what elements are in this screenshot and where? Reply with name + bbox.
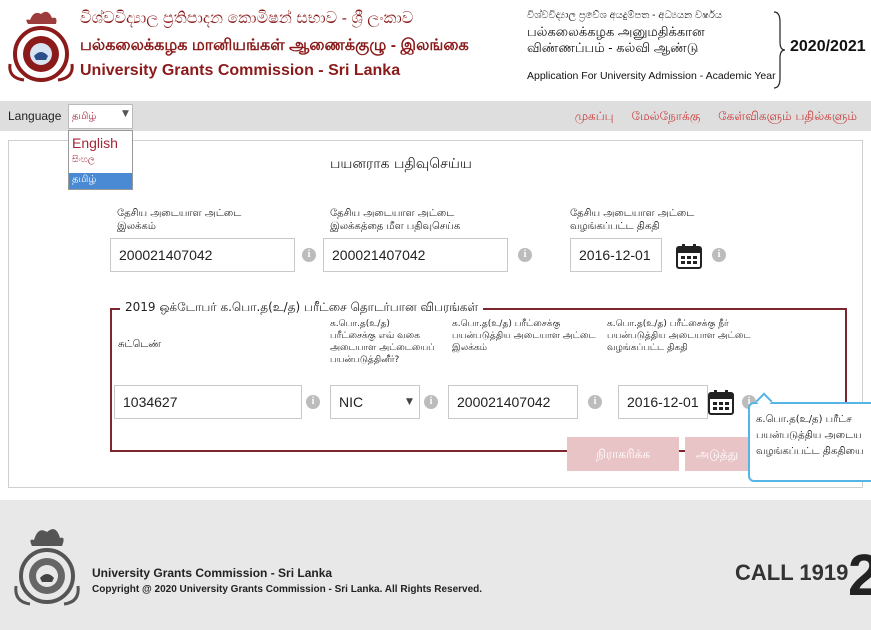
nic-date-label: தேசிய அடையாள அட்டை வழங்கப்பட்ட திகதி: [570, 208, 695, 232]
app-title-sinhala: විශ්වවිද්‍යාල ප්‍රවේශ අයදුම්පත - අධ්‍යයන…: [527, 10, 723, 21]
footer-emblem-icon: [14, 529, 80, 606]
nic-input[interactable]: 200021407042: [110, 238, 295, 272]
footer-copyright: Copyright @ 2020 University Grants Commi…: [92, 584, 483, 595]
tooltip-line-2: பயன்படுத்திய அடைய: [756, 430, 862, 441]
nav-bar: Language தமிழ் ▼ முகப்பு மேல்நோக்கு கேள்…: [0, 101, 871, 131]
nic-info-icon[interactable]: i: [302, 248, 316, 262]
nav-links: முகப்பு மேல்நோக்கு கேள்விகளும் பதில்களும…: [561, 109, 857, 125]
app-title-tamil-line1: பல்கலைக்கழக அனுமதிக்கான: [527, 24, 705, 39]
calendar-icon[interactable]: [676, 243, 702, 269]
index-info-icon[interactable]: i: [306, 395, 320, 409]
app-title-english: Application For University Admission - A…: [527, 70, 776, 82]
exam-id-date-input[interactable]: 2016-12-01: [618, 385, 708, 419]
header: විශ්වවිද්‍යාල ප්‍රතිපාදන කොමිෂන් සභාව - …: [0, 0, 871, 100]
language-dropdown: English සිංහල தமிழ்: [68, 130, 133, 190]
index-number-input[interactable]: 1034627: [114, 385, 302, 419]
chevron-down-icon: ▼: [122, 109, 129, 119]
nav-link-overview[interactable]: மேல்நோக்கு: [631, 109, 700, 123]
language-option-english[interactable]: English: [69, 135, 132, 151]
language-option-tamil[interactable]: தமிழ்: [69, 173, 132, 189]
exam-details-legend: 2019 ஒக்டோபர் க.பொ.த(உ/த) பரீட்சை தொடர்ப…: [120, 300, 484, 316]
tooltip-line-1: க.பொ.த(உ/த) பரீட்ச: [756, 414, 852, 425]
footer-org-name: University Grants Commission - Sri Lanka: [92, 566, 333, 580]
language-select[interactable]: தமிழ் ▼: [68, 104, 133, 129]
org-name-english: University Grants Commission - Sri Lanka: [80, 62, 401, 79]
org-name-tamil: பல்கலைக்கழக மானியங்கள் ஆணைக்குழு - இலங்க…: [80, 37, 469, 54]
footer-partial-digit: 2: [848, 543, 871, 608]
nic-confirm-label: தேசிய அடையாள அட்டை இலக்கத்தை மீள பதிவுசெ…: [330, 208, 461, 232]
org-name-sinhala: විශ්වවිද්‍යාල ප්‍රතිපාදන කොමිෂන් සභාව - …: [80, 10, 414, 27]
nic-date-info-icon[interactable]: i: [712, 248, 726, 262]
nav-link-home[interactable]: முகப்பு: [575, 109, 614, 123]
nic-confirm-info-icon[interactable]: i: [518, 248, 532, 262]
ugc-emblem-icon: [8, 11, 74, 82]
language-option-sinhala[interactable]: සිංහල: [69, 155, 132, 165]
index-number-label: சுட்டெண்: [118, 339, 161, 350]
nav-link-faq[interactable]: கேள்விகளும் பதில்களும்: [718, 109, 857, 123]
language-label: Language: [8, 109, 62, 123]
tooltip-line-3: வழங்கப்பட்ட திகதியை: [756, 446, 864, 457]
form-title: பயனராக பதிவுசெய்ய: [330, 156, 472, 172]
id-type-info-icon[interactable]: i: [424, 395, 438, 409]
call-hotline: CALL 1919: [735, 560, 849, 585]
nic-label: தேசிய அடையாள அட்டை இலக்கம்: [117, 208, 242, 232]
exam-id-label: க.பொ.த(உ/த) பரீட்சைக்கு பயன்படுத்திய அடை…: [452, 319, 596, 353]
id-type-label: க.பொ.த(உ/த) பரீட்சைக்கு எவ் வகை அடையாள அ…: [330, 319, 435, 365]
academic-year: 2020/2021: [790, 38, 866, 55]
next-button[interactable]: அடுத்து: [685, 437, 749, 471]
exam-calendar-icon[interactable]: [708, 389, 734, 415]
exam-id-info-icon[interactable]: i: [588, 395, 602, 409]
cancel-button[interactable]: நிராகரிக்க: [567, 437, 679, 471]
exam-id-input[interactable]: 200021407042: [448, 385, 578, 419]
language-select-value: தமிழ்: [72, 111, 97, 122]
app-title-tamil-line2: விண்ணப்பம் - கல்வி ஆண்டு: [527, 40, 699, 55]
info-tooltip: க.பொ.த(உ/த) பரீட்ச பயன்படுத்திய அடைய வழங…: [748, 402, 871, 482]
id-type-chevron-down-icon: ▼: [406, 397, 413, 407]
nic-confirm-input[interactable]: 200021407042: [323, 238, 508, 272]
brace-icon: [773, 11, 786, 89]
exam-id-date-label: க.பொ.த(உ/த) பரீட்சைக்கு நீர் பயன்படுத்தி…: [607, 319, 751, 353]
nic-date-input[interactable]: 2016-12-01: [570, 238, 662, 272]
